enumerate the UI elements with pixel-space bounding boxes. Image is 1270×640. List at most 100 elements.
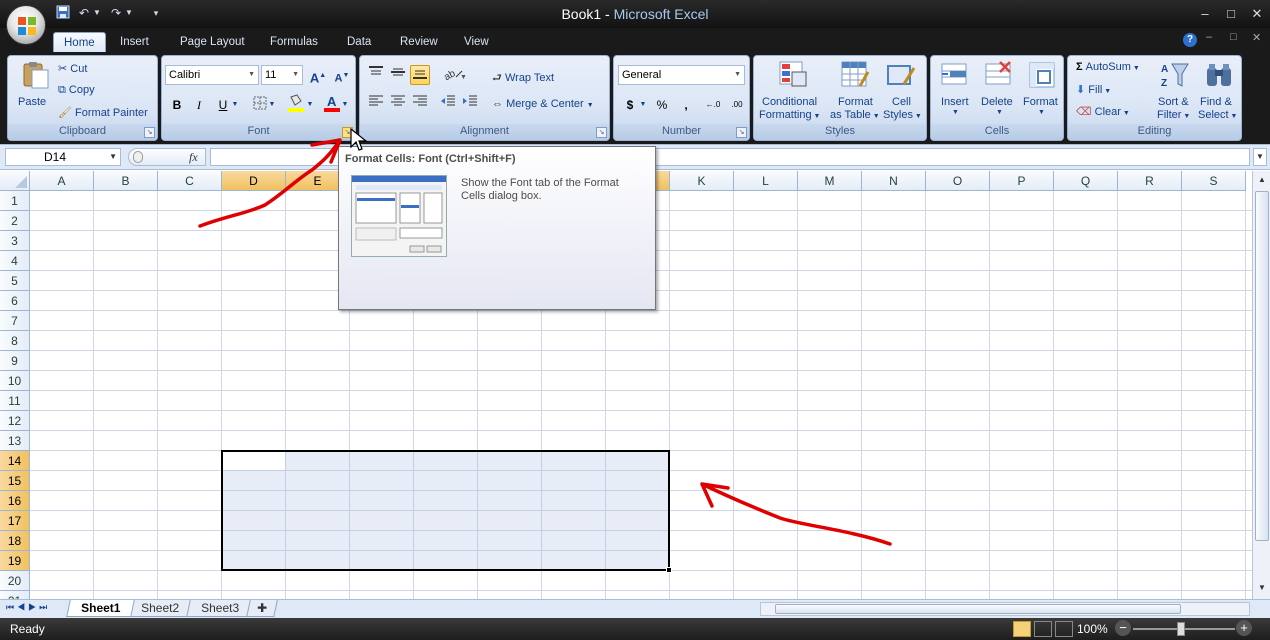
align-right-icon[interactable] [410, 94, 430, 114]
bold-button[interactable]: B [167, 95, 187, 115]
sheet-tab-sheet2[interactable]: Sheet2 [126, 600, 194, 617]
find-select-button[interactable]: Find & Select ▼ [1198, 58, 1242, 124]
font-size-combo[interactable]: 11 ▼ [261, 65, 303, 85]
row-header[interactable]: 20 [0, 571, 30, 591]
decrease-indent-icon[interactable] [438, 94, 458, 114]
row-header[interactable]: 10 [0, 371, 30, 391]
row-header[interactable]: 15 [0, 471, 30, 491]
column-header[interactable]: O [926, 171, 990, 191]
clear-button[interactable]: ⌫ Clear ▼ [1076, 105, 1130, 118]
column-header[interactable]: B [94, 171, 158, 191]
active-cell[interactable] [223, 452, 285, 470]
insert-worksheet-icon[interactable]: ✚ [246, 600, 278, 617]
comma-style-button[interactable]: , [676, 95, 696, 115]
row-header[interactable]: 21 [0, 591, 30, 599]
cut-button[interactable]: ✂ Cut [58, 62, 87, 75]
tab-formulas[interactable]: Formulas [260, 32, 328, 52]
column-header[interactable]: S [1182, 171, 1246, 191]
decrease-decimal-button[interactable]: .00 [726, 95, 748, 115]
workbook-minimize-button[interactable]: – [1206, 31, 1212, 43]
row-header[interactable]: 19 [0, 551, 30, 571]
close-button[interactable]: ✕ [1246, 5, 1268, 23]
paste-button[interactable]: Paste [14, 58, 54, 112]
column-header[interactable]: Q [1054, 171, 1118, 191]
tab-data[interactable]: Data [337, 32, 381, 52]
insert-cells-button[interactable]: Insert ▼ [933, 58, 977, 124]
column-header[interactable]: D [222, 171, 286, 191]
customize-qat-icon[interactable]: ▾ [148, 5, 164, 21]
align-center-icon[interactable] [388, 94, 408, 114]
middle-align-icon[interactable] [388, 65, 408, 85]
row-header[interactable]: 2 [0, 211, 30, 231]
minimize-button[interactable]: – [1194, 5, 1216, 23]
help-icon[interactable]: ? [1183, 33, 1197, 47]
underline-dropdown-icon[interactable]: ▼ [230, 95, 240, 115]
delete-cells-button[interactable]: Delete ▼ [977, 58, 1021, 124]
zoom-level[interactable]: 100% [1077, 622, 1108, 636]
row-header[interactable]: 6 [0, 291, 30, 311]
cell-styles-button[interactable]: Cell Styles ▼ [880, 58, 924, 124]
column-header[interactable]: K [670, 171, 734, 191]
redo-icon[interactable]: ↷ [108, 5, 124, 21]
save-icon[interactable] [55, 5, 71, 21]
fill-handle[interactable] [666, 567, 672, 573]
merge-center-button[interactable]: ⇔ Merge & Center ▼ [492, 98, 594, 110]
page-layout-view-icon[interactable] [1034, 621, 1052, 637]
format-painter-button[interactable]: 🖌 Format Painter [58, 106, 148, 119]
row-header[interactable]: 12 [0, 411, 30, 431]
workbook-restore-button[interactable]: □ [1230, 31, 1237, 43]
row-header[interactable]: 14 [0, 451, 30, 471]
format-cells-button[interactable]: Format ▼ [1021, 58, 1063, 124]
scroll-up-icon[interactable]: ▲ [1255, 173, 1269, 187]
maximize-button[interactable]: □ [1220, 5, 1242, 23]
font-color-dropdown-icon[interactable]: ▼ [340, 95, 350, 115]
fill-button[interactable]: ⬇ Fill ▼ [1076, 83, 1111, 96]
shrink-font-button[interactable]: A▼ [332, 66, 352, 86]
normal-view-icon[interactable] [1013, 621, 1031, 637]
row-header[interactable]: 3 [0, 231, 30, 251]
column-header[interactable]: M [798, 171, 862, 191]
column-header[interactable]: N [862, 171, 926, 191]
workbook-close-button[interactable]: ✕ [1252, 31, 1261, 44]
scroll-down-icon[interactable]: ▼ [1255, 581, 1269, 595]
page-break-view-icon[interactable] [1055, 621, 1073, 637]
row-header[interactable]: 18 [0, 531, 30, 551]
increase-indent-icon[interactable] [460, 94, 480, 114]
redo-dropdown-icon[interactable]: ▼ [124, 5, 134, 21]
alignment-launcher-icon[interactable]: ↘ [596, 127, 607, 138]
column-header[interactable]: R [1118, 171, 1182, 191]
copy-button[interactable]: ⧉ Copy [58, 84, 95, 97]
name-box[interactable]: D14 ▼ [5, 148, 121, 166]
wrap-text-button[interactable]: ⮐ Wrap Text [492, 69, 554, 88]
sheet-tab-sheet1[interactable]: Sheet1 [66, 600, 136, 617]
tab-insert[interactable]: Insert [110, 32, 159, 52]
column-header[interactable]: L [734, 171, 798, 191]
expand-formula-bar-icon[interactable]: ▼ [1253, 148, 1267, 166]
row-header[interactable]: 8 [0, 331, 30, 351]
orientation-icon[interactable]: ab ▼ [440, 65, 468, 85]
horizontal-scrollbar[interactable] [760, 602, 1250, 616]
vertical-scroll-thumb[interactable] [1255, 191, 1269, 541]
percent-button[interactable]: % [652, 95, 672, 115]
tab-view[interactable]: View [454, 32, 499, 52]
selected-range[interactable] [221, 450, 670, 571]
row-header[interactable]: 17 [0, 511, 30, 531]
top-align-icon[interactable] [366, 65, 386, 85]
vertical-scrollbar[interactable]: ▲ ▼ [1252, 171, 1270, 599]
sheet-tab-sheet3[interactable]: Sheet3 [186, 600, 254, 617]
format-as-table-button[interactable]: Format as Table ▼ [828, 58, 880, 124]
row-header[interactable]: 16 [0, 491, 30, 511]
grow-font-button[interactable]: A▲ [308, 66, 328, 86]
row-header[interactable]: 4 [0, 251, 30, 271]
select-all-corner[interactable] [0, 171, 30, 191]
fill-color-icon[interactable] [286, 93, 306, 113]
bottom-align-icon[interactable] [410, 65, 430, 85]
conditional-formatting-button[interactable]: Conditional Formatting ▼ [756, 58, 828, 124]
row-header[interactable]: 13 [0, 431, 30, 451]
font-name-combo[interactable]: Calibri ▼ [165, 65, 259, 85]
sheet-nav-icons[interactable]: ⏮◀▶⏭ [6, 602, 50, 613]
tab-review[interactable]: Review [390, 32, 448, 52]
row-header[interactable]: 11 [0, 391, 30, 411]
currency-button[interactable]: $ [620, 95, 640, 115]
zoom-in-icon[interactable]: + [1236, 620, 1252, 636]
